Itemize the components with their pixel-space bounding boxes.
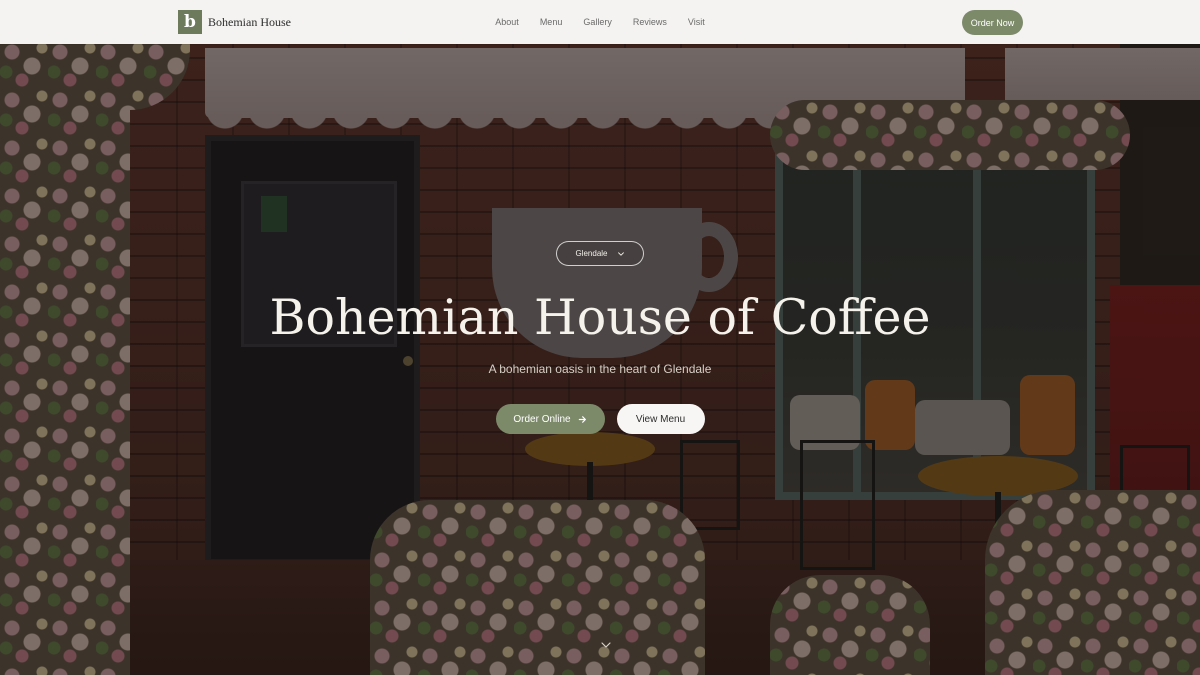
chevron-down-icon bbox=[617, 251, 624, 256]
view-menu-button[interactable]: View Menu bbox=[616, 404, 705, 434]
scroll-down-chevron-icon[interactable] bbox=[600, 639, 612, 651]
arrow-right-icon bbox=[578, 415, 586, 423]
hero-section: Glendale Bohemian House of Coffee A bohe… bbox=[0, 0, 1200, 675]
hero-buttons: Order Online View Menu bbox=[0, 404, 1200, 434]
hero-title: Bohemian House of Coffee bbox=[269, 289, 931, 346]
hero-subtitle: A bohemian oasis in the heart of Glendal… bbox=[488, 362, 712, 376]
location-selector-label: Glendale bbox=[575, 249, 608, 258]
order-online-label: Order Online bbox=[513, 413, 571, 425]
order-online-button[interactable]: Order Online bbox=[495, 404, 605, 434]
location-selector[interactable]: Glendale bbox=[556, 241, 644, 266]
page: b Bohemian House About Menu Gallery Revi… bbox=[0, 0, 1200, 675]
